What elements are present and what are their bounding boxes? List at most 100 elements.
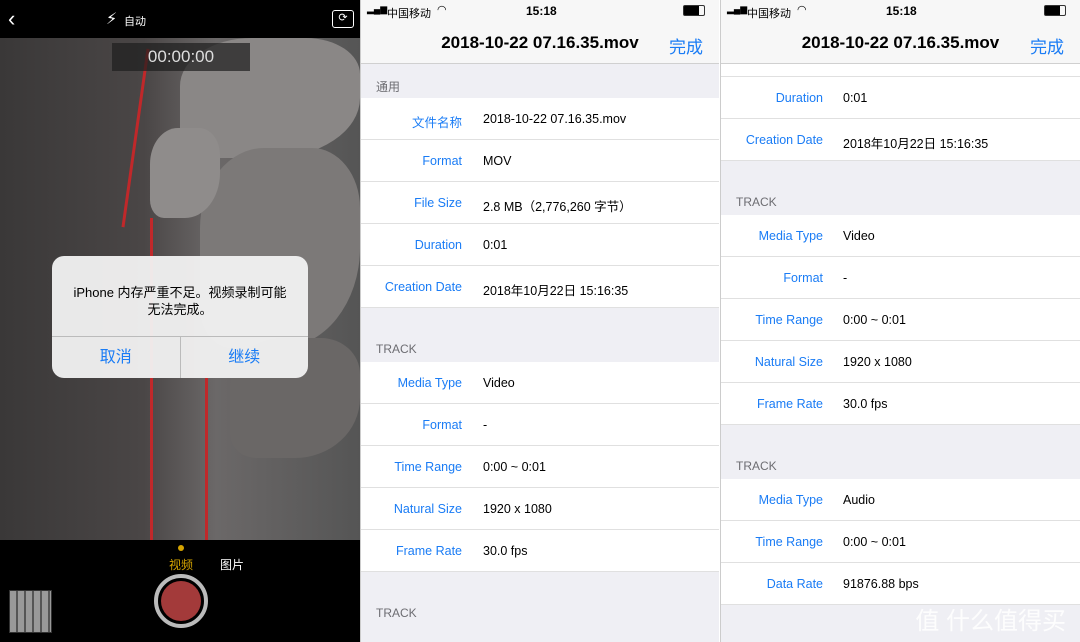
- carrier: 中国移动: [387, 8, 431, 20]
- mode-photo[interactable]: 图片: [220, 556, 244, 573]
- clock: 15:18: [526, 4, 557, 18]
- watermark-logo: 值 什么值得买: [915, 608, 1066, 635]
- info-row: Creation Date 2018年10月22日 15:16:35: [721, 119, 1080, 161]
- info-label: Creation Date: [745, 133, 823, 147]
- low-storage-alert: iPhone 内存严重不足。视频录制可能无法完成。 取消 继续: [52, 256, 308, 378]
- clock: 15:18: [886, 4, 917, 18]
- switch-camera-icon[interactable]: ⟳: [332, 10, 354, 28]
- info-value: 2018年10月22日 15:16:35: [483, 284, 629, 298]
- info-value: Video: [483, 376, 515, 390]
- done-button[interactable]: 完成: [669, 33, 703, 58]
- record-button[interactable]: [154, 574, 208, 628]
- continue-button[interactable]: 继续: [179, 337, 309, 378]
- nav-bar: 2018-10-22 07.16.35.mov 完成: [361, 22, 719, 64]
- info-label: Duration: [414, 238, 462, 252]
- info-label: Media Type: [758, 493, 823, 507]
- info-label: Frame Rate: [757, 397, 823, 411]
- info-row: Natural Size 1920 x 1080: [721, 341, 1080, 383]
- info-label: Natural Size: [754, 355, 823, 369]
- file-info-screen-1: 通用文件名称 2018-10-22 07.16.35.mov Format MOV Fi…: [360, 0, 719, 642]
- nav-bar: 2018-10-22 07.16.35.mov 完成: [721, 22, 1080, 64]
- info-label: Creation Date: [384, 280, 462, 294]
- camera-top-bar: ‹ ⚡ 自动 ⟳: [0, 0, 360, 38]
- status-bar: ▂▄▆ 中国移动 ◠ 15:18: [721, 0, 1080, 22]
- flash-label[interactable]: 自动: [124, 13, 146, 29]
- signal-icon: ▂▄▆: [367, 4, 388, 14]
- file-info-screen-2: Duration 0:01 Creation Date 2018年10月22日 15:…: [720, 0, 1080, 642]
- info-value: 2018-10-22 07.16.35.mov: [483, 112, 627, 126]
- info-row: File Size 2.8 MB（2,776,260 字节）: [361, 182, 719, 224]
- flash-icon[interactable]: ⚡: [106, 9, 117, 29]
- info-label: Media Type: [397, 376, 462, 390]
- info-row: Duration 0:01: [721, 77, 1080, 119]
- info-row: Time Range 0:00 ~ 0:01: [721, 299, 1080, 341]
- info-label: Time Range: [755, 535, 823, 549]
- info-label: File Size: [414, 196, 462, 210]
- nav-title: 2018-10-22 07.16.35.mov: [801, 33, 1000, 52]
- info-row: Time Range 0:00 ~ 0:01: [361, 446, 719, 488]
- info-row: Media Type Audio: [721, 479, 1080, 521]
- wifi-icon: ◠: [797, 4, 807, 16]
- mode-video[interactable]: 视频: [169, 556, 193, 573]
- camera-screen: ‹ ⚡ 自动 ⟳ 00:00:00 iPhone 内存严重不足。视频录制可能无法…: [0, 0, 360, 642]
- wifi-icon: ◠: [437, 4, 447, 16]
- info-value: 2.8 MB（2,776,260 字节）: [483, 200, 632, 214]
- info-label: Format: [783, 271, 823, 285]
- info-label: Data Rate: [766, 577, 823, 591]
- signal-icon: ▂▄▆: [727, 4, 748, 14]
- info-row: Natural Size 1920 x 1080: [361, 488, 719, 530]
- info-label: Format: [422, 418, 462, 432]
- back-icon[interactable]: ‹: [8, 6, 15, 32]
- section-header: TRACK: [736, 195, 777, 209]
- section-header: TRACK: [376, 606, 417, 620]
- info-row: Creation Date 2018年10月22日 15:16:35: [361, 266, 719, 308]
- info-value: 0:01: [483, 238, 508, 252]
- info-value: 30.0 fps: [483, 544, 528, 558]
- nav-title: 2018-10-22 07.16.35.mov: [441, 33, 639, 52]
- info-value: 1920 x 1080: [843, 355, 912, 369]
- cancel-button[interactable]: 取消: [52, 337, 180, 378]
- info-label: 文件名称: [411, 116, 462, 130]
- info-label: Format: [422, 154, 462, 168]
- info-row: Format -: [361, 404, 719, 446]
- info-row: Frame Rate 30.0 fps: [721, 383, 1080, 425]
- info-label: Duration: [775, 91, 823, 105]
- info-row: 文件名称 2018-10-22 07.16.35.mov: [361, 98, 719, 140]
- carrier: 中国移动: [747, 8, 791, 20]
- mode-indicator-dot: [178, 545, 184, 551]
- section-header: TRACK: [376, 342, 417, 356]
- section-header: 通用: [376, 80, 401, 94]
- info-value: 0:00 ~ 0:01: [843, 535, 906, 549]
- info-label: Natural Size: [393, 502, 462, 516]
- info-row: Frame Rate 30.0 fps: [361, 530, 719, 572]
- info-value: 1920 x 1080: [483, 502, 552, 516]
- info-row: Format MOV: [361, 140, 719, 182]
- info-value: 91876.88 bps: [843, 577, 919, 591]
- info-value: 0:00 ~ 0:01: [843, 313, 906, 327]
- info-value: 2018年10月22日 15:16:35: [843, 137, 989, 151]
- info-value: 0:01: [843, 91, 868, 105]
- info-value: 0:00 ~ 0:01: [483, 460, 546, 474]
- info-label: Media Type: [758, 229, 823, 243]
- info-row: Media Type Video: [721, 215, 1080, 257]
- info-row: Media Type Video: [361, 362, 719, 404]
- alert-message: iPhone 内存严重不足。视频录制可能无法完成。: [73, 285, 287, 317]
- info-label: Frame Rate: [396, 544, 462, 558]
- battery-icon: [1044, 5, 1066, 16]
- done-button[interactable]: 完成: [1030, 33, 1064, 58]
- info-label: Time Range: [394, 460, 462, 474]
- info-value: -: [483, 418, 488, 432]
- battery-icon: [683, 5, 705, 16]
- info-row: Duration 0:01: [361, 224, 719, 266]
- recording-timer: 00:00:00: [112, 43, 250, 71]
- info-value: -: [843, 271, 848, 285]
- last-capture-thumbnail[interactable]: [9, 590, 52, 633]
- status-bar: ▂▄▆ 中国移动 ◠ 15:18: [361, 0, 719, 22]
- info-value: MOV: [483, 154, 512, 168]
- section-header: TRACK: [736, 459, 777, 473]
- info-value: Audio: [843, 493, 875, 507]
- info-label: Time Range: [755, 313, 823, 327]
- info-row: Time Range 0:00 ~ 0:01: [721, 521, 1080, 563]
- info-value: Video: [843, 229, 875, 243]
- info-row: Data Rate 91876.88 bps: [721, 563, 1080, 605]
